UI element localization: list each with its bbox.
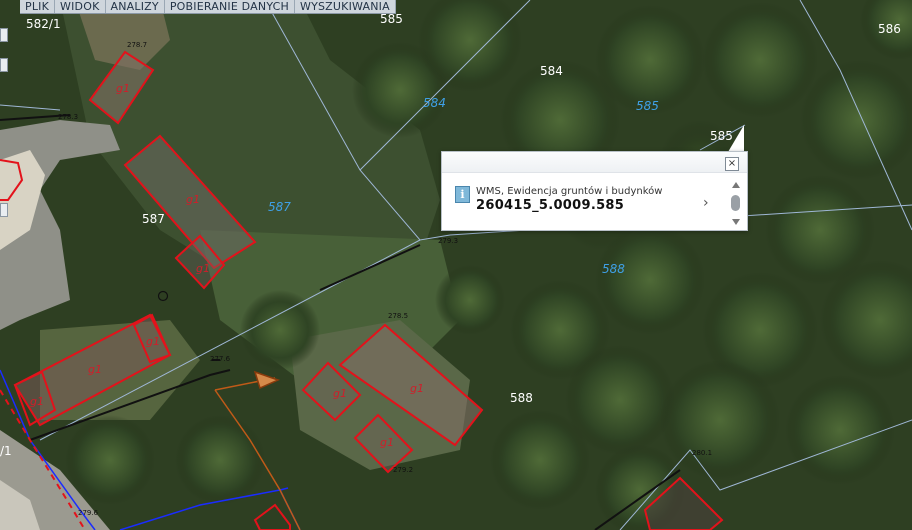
building-label: g1 [380,436,394,449]
zoom-in-icon[interactable] [0,28,8,42]
parcel-number: 582/1 [26,17,61,31]
menu-bar: PLIK WIDOK ANALIZY POBIERANIE DANYCH WYS… [20,0,396,14]
building-label: g1 [146,335,160,348]
scroll-up-icon[interactable] [732,182,740,188]
building-label: g1 [410,382,424,395]
parcel-number: 586 [878,22,901,36]
menu-pobieranie-danych[interactable]: POBIERANIE DANYCH [165,0,295,13]
scroll-thumb[interactable] [731,195,740,211]
elevation-label: 279.3 [438,237,458,245]
chevron-right-icon[interactable]: › [703,195,709,211]
menu-analizy[interactable]: ANALIZY [106,0,165,13]
popup-header: × [442,152,747,173]
elevation-label: 278.5 [388,312,408,320]
elevation-label: 278.7 [127,41,147,49]
parcel-label-blue: 588 [602,262,625,276]
elevation-label: 280.1 [692,449,712,457]
elevation-label: 279.6 [78,509,99,517]
popup-layer-name: WMS, Ewidencja gruntów i budynków [476,186,663,197]
building-label: g1 [30,395,44,408]
building-label: g1 [333,387,347,400]
elevation-label: 279.2 [393,466,413,474]
scroll-down-icon[interactable] [732,219,740,225]
pan-tool-icon[interactable] [0,203,8,217]
zoom-out-icon[interactable] [0,58,8,72]
close-icon[interactable]: × [725,157,739,171]
parcel-number: 585 [380,12,403,26]
elevation-label: 277.6 [210,355,231,363]
popup-pointer [728,125,744,152]
building-label: g1 [116,82,130,95]
parcel-number: 587 [142,212,165,226]
info-icon: i [455,186,470,203]
parcel-number: /1 [0,444,12,458]
parcel-label-blue: 587 [268,200,291,214]
identify-popup: × i WMS, Ewidencja gruntów i budynków 26… [441,151,748,231]
map-canvas[interactable]: g1 g1 g1 g1 g1 g1 g1 g1 g1 582/1 585 586… [0,0,912,530]
menu-wyszukiwania[interactable]: WYSZUKIWANIA [295,0,396,13]
parcel-number: 588 [510,391,533,405]
parcel-label-blue: 584 [423,96,446,110]
building-label: g1 [186,193,200,206]
popup-scrollbar[interactable] [731,182,741,226]
elevation-label: 278.3 [58,113,78,121]
building-label: g1 [88,363,102,376]
popup-parcel-id[interactable]: 260415_5.0009.585 [476,198,624,213]
menu-plik[interactable]: PLIK [20,0,56,13]
parcel-label-blue: 585 [636,99,659,113]
building-label: g1 [196,262,210,275]
menu-widok[interactable]: WIDOK [55,0,106,13]
parcel-number: 584 [540,64,563,78]
